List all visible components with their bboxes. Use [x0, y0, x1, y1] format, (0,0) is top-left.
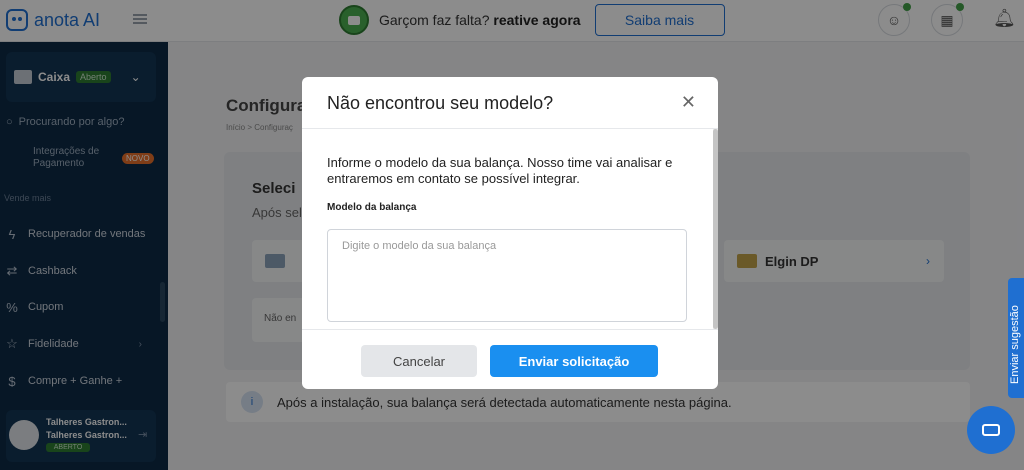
modal-body: Informe o modelo da sua balança. Nosso t…	[302, 129, 718, 329]
submit-button[interactable]: Enviar solicitação	[490, 345, 658, 377]
field-label: Modelo da balança	[327, 202, 417, 213]
modal-description: Informe o modelo da sua balança. Nosso t…	[327, 155, 673, 186]
modal-header: Não encontrou seu modelo? ✕	[302, 77, 718, 129]
modal-dialog: Não encontrou seu modelo? ✕ Informe o mo…	[302, 77, 718, 389]
modal-footer: Cancelar Enviar solicitação	[302, 329, 718, 389]
chat-button[interactable]	[967, 406, 1015, 454]
modelo-balanca-input[interactable]	[327, 229, 687, 322]
modal-scrollbar[interactable]	[713, 129, 718, 329]
enviar-sugestao-tab[interactable]: Enviar sugestão	[1008, 278, 1024, 398]
cancel-button[interactable]: Cancelar	[361, 345, 477, 377]
chat-icon	[982, 424, 1000, 436]
modal-title: Não encontrou seu modelo?	[327, 93, 554, 113]
close-icon[interactable]: ✕	[681, 92, 696, 112]
sugestao-label: Enviar sugestão	[1009, 305, 1021, 384]
